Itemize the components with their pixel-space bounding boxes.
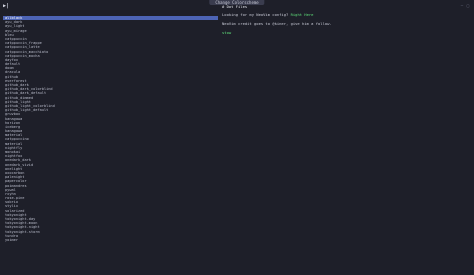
preview-code: stow [222,30,232,36]
preview-pane: # Dot Files Looking for my NeoVim config… [222,4,462,36]
colorscheme-list[interactable]: allblack ayu_dark ayu_light ayu_mirage bleu c… [3,16,218,242]
app-window: Change Colorscheme — □ ▶| allblack ayu_da… [0,0,474,275]
prompt-icon: ▶| [3,3,10,9]
maximize-icon[interactable]: □ [466,4,470,8]
colorscheme-item[interactable]: yoimer [3,238,218,242]
preview-line: Looking for my NeoVim config? Right Here [222,13,462,17]
preview-heading: # Dot Files [222,4,248,9]
preview-line-text: Looking for my NeoVim config? [222,12,289,18]
preview-credit: NeoVim credit goes to @kiner, give him a… [222,20,332,26]
preview-link[interactable]: Right Here [291,12,314,17]
